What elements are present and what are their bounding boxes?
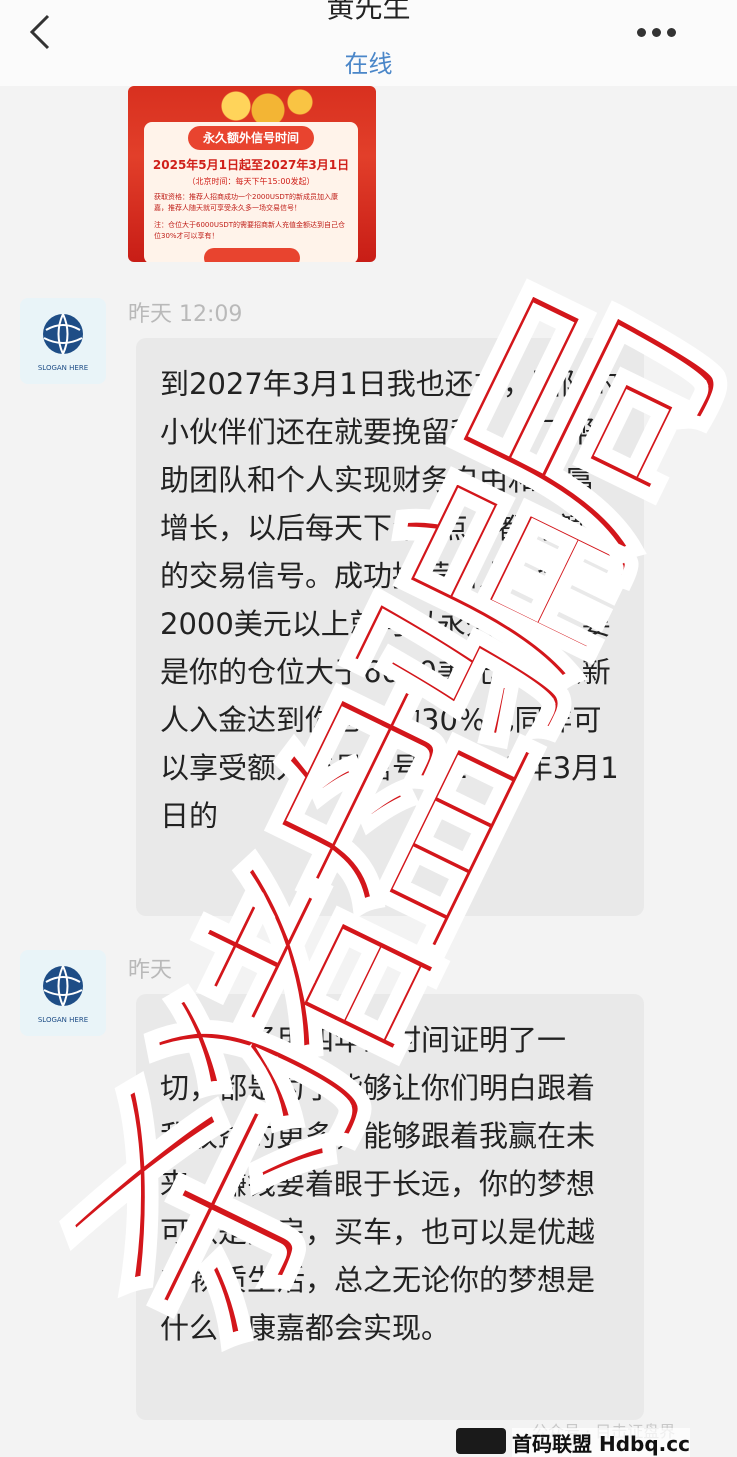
watermark-bottom: 首码联盟 Hdbq.cc	[512, 1428, 690, 1457]
message-bubble[interactable]: 到2027年3月1日我也还在，团队的小伙伴们还在就要挽留我，为了帮助团队和个人实…	[136, 338, 644, 916]
avatar[interactable]: SLOGAN HERE	[20, 298, 106, 384]
globe-logo-icon: SLOGAN HERE	[38, 313, 88, 372]
contact-name: 黄先生	[326, 0, 411, 24]
promo-button	[204, 248, 300, 262]
promo-rule-1: 获取资格：推荐人招商成功一个2000USDT的新成员加入康嘉，推荐人随天就可享受…	[154, 193, 339, 212]
globe-logo-icon: SLOGAN HERE	[38, 965, 88, 1024]
promo-dates: 2025年5月1日起至2027年3月1日	[152, 158, 350, 172]
promo-image-message[interactable]: 永久额外信号时间 2025年5月1日起至2027年3月1日 （北京时间：每天下午…	[128, 86, 376, 262]
site-logo-icon	[456, 1428, 506, 1454]
message-time: 昨天 12:09	[128, 302, 243, 327]
message-bubble[interactable]: 康嘉已经用四年的时间证明了一切，都是为了能够让你们明白跟着我收益的更多，能够跟着…	[136, 994, 644, 1420]
message-text: 康嘉已经用四年的时间证明了一切，都是为了能够让你们明白跟着我收益的更多，能够跟着…	[160, 1023, 596, 1345]
more-horizontal-icon[interactable]	[637, 22, 707, 38]
watermark: 公众号 · 目击证盘界 首码联盟 Hdbq.cc	[456, 1418, 737, 1457]
chat-header: 黄先生 在线	[0, 0, 737, 86]
promo-card: 永久额外信号时间 2025年5月1日起至2027年3月1日 （北京时间：每天下午…	[144, 122, 358, 262]
online-status: 在线	[344, 50, 393, 78]
message-text: 到2027年3月1日我也还在，团队的小伙伴们还在就要挽留我，为了帮助团队和个人实…	[160, 367, 619, 833]
avatar[interactable]: SLOGAN HERE	[20, 950, 106, 1036]
svg-text:SLOGAN HERE: SLOGAN HERE	[38, 1016, 88, 1024]
promo-ribbon: 永久额外信号时间	[188, 126, 314, 150]
svg-text:SLOGAN HERE: SLOGAN HERE	[38, 364, 88, 372]
coins-graphic	[188, 86, 348, 126]
message-time: 昨天	[128, 958, 173, 983]
promo-rule-2: 注：仓位大于6000USDT的需要招商新人充值金额达到自己仓位30%才可以享有！	[154, 221, 346, 240]
promo-beijing-time: （北京时间：每天下午15:00发起）	[187, 177, 315, 186]
